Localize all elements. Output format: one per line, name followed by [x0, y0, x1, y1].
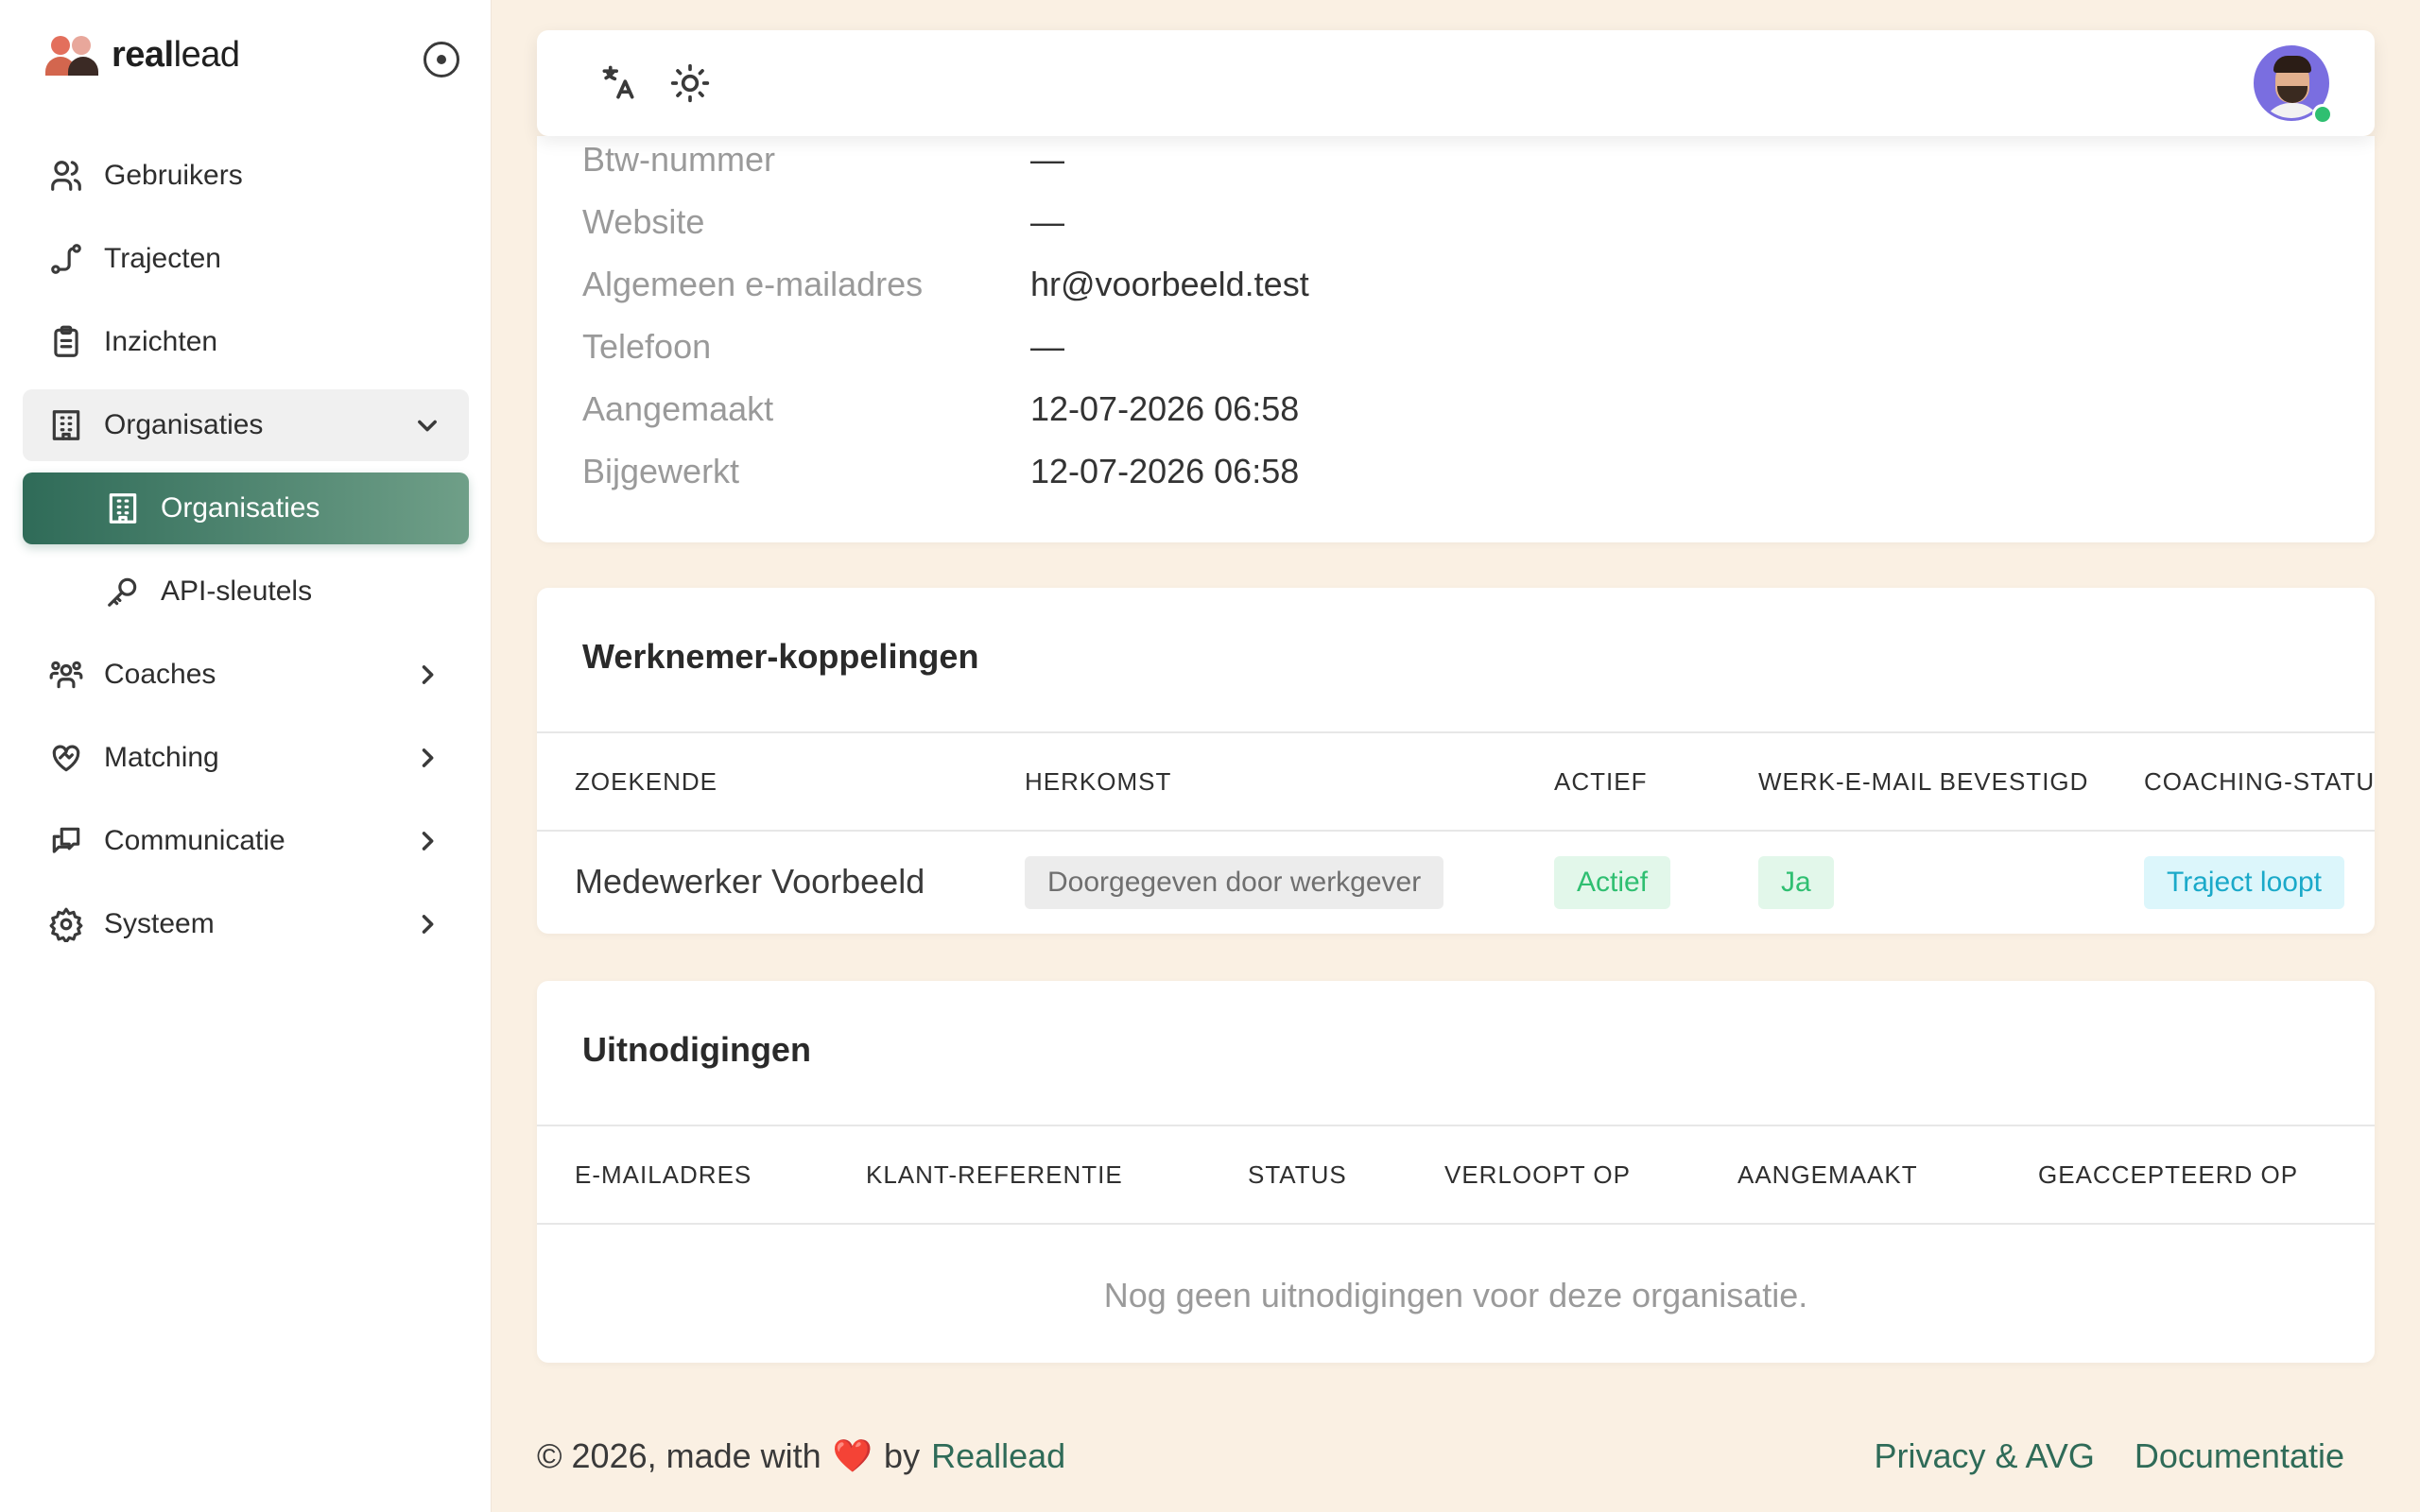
sidebar-item-label: Systeem [104, 908, 215, 939]
employee-name[interactable]: Medewerker Voorbeeld [575, 862, 925, 902]
sidebar-item-api-sleutels[interactable]: API-sleutels [23, 556, 469, 627]
detail-value: — [1030, 140, 1064, 179]
sidebar-item-organisaties-group[interactable]: Organisaties [23, 389, 469, 461]
chevron-right-icon [414, 662, 441, 688]
employee-links-card: Werknemer-koppelingen ZOEKENDE HERKOMST … [537, 588, 2375, 934]
detail-label: Aangemaakt [582, 389, 774, 428]
sidebar-item-label: Communicatie [104, 825, 285, 856]
column-header[interactable]: GEACCEPTEERD OP [2038, 1160, 2298, 1190]
online-status-indicator [2312, 104, 2333, 125]
sidebar-item-organisaties[interactable]: Organisaties [23, 472, 469, 544]
coaches-icon [47, 656, 85, 694]
coaching-status-badge: Traject loopt [2144, 856, 2344, 909]
building-icon [104, 490, 142, 527]
sidebar-toggle-icon[interactable] [424, 42, 459, 77]
sidebar-item-inzichten[interactable]: Inzichten [23, 306, 469, 378]
sidebar: reallead Gebruikers Trajecten Inzichten … [0, 0, 492, 1512]
detail-label: Website [582, 202, 705, 241]
messages-icon [47, 822, 85, 860]
card-title: Uitnodigingen [582, 1030, 811, 1069]
sidebar-item-communicatie[interactable]: Communicatie [23, 805, 469, 877]
footer-brand-link[interactable]: Reallead [931, 1436, 1065, 1476]
sidebar-item-label: Coaches [104, 659, 216, 690]
detail-label: Algemeen e-mailadres [582, 265, 924, 303]
detail-value: 12-07-2026 06:58 [1030, 452, 1300, 490]
sidebar-item-label: Gebruikers [104, 160, 243, 191]
column-header[interactable]: HERKOMST [1025, 767, 1171, 797]
sidebar-item-label: Organisaties [161, 492, 320, 524]
sidebar-item-label: API-sleutels [161, 576, 313, 607]
route-icon [47, 240, 85, 278]
sidebar-item-coaches[interactable]: Coaches [23, 639, 469, 711]
chevron-right-icon [414, 828, 441, 854]
topbar [537, 30, 2375, 136]
invitations-card: Uitnodigingen E-MAILADRES KLANT-REFERENT… [537, 981, 2375, 1363]
origin-badge: Doorgegeven door werkgever [1025, 856, 1444, 909]
logo[interactable]: reallead [45, 32, 240, 77]
chevron-down-icon [414, 412, 441, 438]
detail-value: hr@voorbeeld.test [1030, 265, 1309, 303]
column-header[interactable]: VERLOOPT OP [1444, 1160, 1631, 1190]
chevron-right-icon [414, 745, 441, 771]
email-confirmed-badge: Ja [1758, 856, 1834, 909]
documentation-link[interactable]: Documentatie [2135, 1436, 2344, 1476]
organization-details-card: Btw-nummer — Website — Algemeen e-mailad… [537, 136, 2375, 542]
footer: © 2026, made with ❤️ by Reallead Privacy… [537, 1436, 2375, 1484]
sidebar-item-trajecten[interactable]: Trajecten [23, 223, 469, 295]
column-header[interactable]: WERK-E-MAIL BEVESTIGD [1758, 767, 2088, 797]
column-header[interactable]: STATUS [1248, 1160, 1347, 1190]
column-header[interactable]: KLANT-REFERENTIE [866, 1160, 1123, 1190]
column-header[interactable]: E-MAILADRES [575, 1160, 752, 1190]
detail-label: Bijgewerkt [582, 452, 740, 490]
detail-value: — [1030, 202, 1064, 241]
privacy-link[interactable]: Privacy & AVG [1874, 1436, 2094, 1476]
users-icon [47, 157, 85, 195]
heart-handshake-icon [47, 739, 85, 777]
footer-copyright: © 2026, made with [537, 1436, 821, 1475]
footer-by: by [884, 1436, 921, 1475]
active-badge: Actief [1554, 856, 1671, 909]
column-header[interactable]: AANGEMAAKT [1737, 1160, 1918, 1190]
sidebar-item-label: Matching [104, 742, 219, 773]
column-header[interactable]: ACTIEF [1554, 767, 1647, 797]
sidebar-item-label: Organisaties [104, 409, 264, 440]
sidebar-item-gebruikers[interactable]: Gebruikers [23, 140, 469, 212]
empty-state-message: Nog geen uitnodigingen voor deze organis… [1103, 1276, 1808, 1314]
language-icon[interactable] [597, 62, 639, 104]
sidebar-item-label: Inzichten [104, 326, 218, 357]
logo-icon [45, 32, 98, 77]
logo-text: reallead [112, 34, 240, 75]
sidebar-item-systeem[interactable]: Systeem [23, 888, 469, 960]
key-icon [104, 573, 142, 610]
sidebar-item-matching[interactable]: Matching [23, 722, 469, 794]
card-title: Werknemer-koppelingen [582, 637, 979, 676]
detail-label: Telefoon [582, 327, 712, 366]
column-header[interactable]: COACHING-STATUS [2144, 767, 2375, 797]
sidebar-item-label: Trajecten [104, 243, 221, 274]
theme-toggle-icon[interactable] [669, 62, 711, 104]
building-icon [47, 406, 85, 444]
clipboard-icon [47, 323, 85, 361]
settings-icon [47, 905, 85, 943]
heart-icon: ❤️ [832, 1438, 873, 1474]
detail-value: 12-07-2026 06:58 [1030, 389, 1300, 428]
chevron-right-icon [414, 911, 441, 937]
detail-label: Btw-nummer [582, 140, 776, 179]
column-header[interactable]: ZOEKENDE [575, 767, 717, 797]
detail-value: — [1030, 327, 1064, 366]
